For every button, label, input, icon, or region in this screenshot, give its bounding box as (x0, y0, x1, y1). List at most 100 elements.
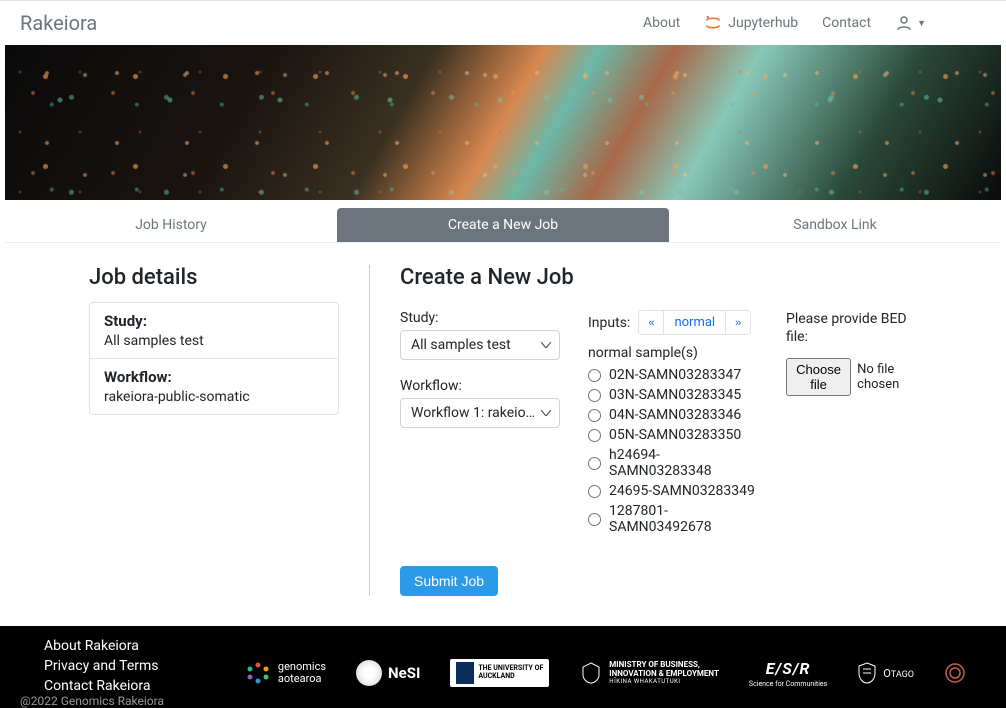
nesi-icon (356, 660, 382, 686)
genomics-aotearoa-icon (244, 659, 272, 687)
footer-links: About Rakeiora Privacy and Terms Contact… (0, 638, 164, 694)
nav-jupyterhub-label: Jupyterhub (728, 15, 798, 31)
sample-option[interactable]: 03N-SAMN03283345 (588, 387, 758, 403)
user-menu[interactable]: ▼ (895, 14, 926, 32)
sample-option[interactable]: 05N-SAMN03283350 (588, 427, 758, 443)
job-details-card: Study: All samples test Workflow: rakeio… (89, 302, 339, 415)
study-select-label: Study: (400, 310, 560, 326)
chevron-double-left-icon: « (648, 317, 654, 329)
nav-jupyterhub[interactable]: Jupyterhub (704, 14, 798, 32)
pager-next[interactable]: » (726, 311, 750, 334)
samples-title: normal sample(s) (588, 345, 758, 361)
logo-genomics-aotearoa[interactable]: genomics aotearoa (244, 659, 326, 687)
study-label: Study: (104, 312, 324, 330)
sample-option[interactable]: 24695-SAMN03283349 (588, 483, 758, 499)
user-icon (895, 14, 913, 32)
sample-label: 03N-SAMN03283345 (609, 387, 741, 403)
sample-radio[interactable] (588, 513, 601, 526)
sample-label: 05N-SAMN03283350 (609, 427, 741, 443)
study-select[interactable]: All samples test (400, 330, 560, 360)
sample-option[interactable]: h24694-SAMN03283348 (588, 447, 758, 479)
brand-title[interactable]: Rakeiora (20, 11, 97, 35)
submit-job-button[interactable]: Submit Job (400, 566, 498, 596)
file-status: No file chosen (857, 362, 917, 392)
auckland-crest-icon (456, 662, 474, 684)
banner-image (5, 45, 1001, 200)
main-title: Create a New Job (400, 265, 917, 290)
workflow-label: Workflow: (104, 368, 324, 386)
study-value: All samples test (104, 333, 324, 349)
sample-radio[interactable] (588, 369, 601, 382)
sample-option[interactable]: 02N-SAMN03283347 (588, 367, 758, 383)
nesi-text: NeSI (388, 664, 420, 682)
navbar: Rakeiora About Jupyterhub Contact ▼ (0, 0, 1006, 45)
sample-radio[interactable] (588, 457, 601, 470)
partner-icon (944, 662, 966, 684)
footer-left: About Rakeiora Privacy and Terms Contact… (0, 638, 164, 708)
workflow-select[interactable]: Workflow 1: rakeiora-public-somatic (400, 398, 560, 428)
form-col-bedfile: Please provide BED file: Choose file No … (786, 310, 917, 596)
inputs-pager: « normal » (638, 310, 751, 335)
chevron-double-right-icon: » (735, 317, 741, 329)
sample-label: 24695-SAMN03283349 (609, 483, 755, 499)
caret-down-icon: ▼ (917, 18, 926, 29)
footer-logos: genomics aotearoa NeSI THE UNIVERSITY OF… (244, 659, 1006, 688)
form-col-inputs: Inputs: « normal » normal sample(s) 02N-… (588, 310, 758, 596)
logo-mbie[interactable]: MINISTRY OF BUSINESS, INNOVATION & EMPLO… (579, 661, 719, 686)
footer-about[interactable]: About Rakeiora (44, 638, 164, 654)
form-columns: Study: All samples test Workflow: Workfl… (400, 310, 917, 596)
sample-option[interactable]: 1287801-SAMN03492678 (588, 503, 758, 535)
content: Job details Study: All samples test Work… (73, 243, 933, 616)
sample-radio[interactable] (588, 429, 601, 442)
mbie-crest-icon (579, 661, 603, 685)
sample-radio[interactable] (588, 409, 601, 422)
inputs-row: Inputs: « normal » (588, 310, 758, 335)
tab-create-job[interactable]: Create a New Job (337, 208, 669, 242)
tabs: Job History Create a New Job Sandbox Lin… (5, 208, 1001, 243)
nav-links: About Jupyterhub Contact ▼ (643, 14, 926, 32)
bed-file-label: Please provide BED file: (786, 310, 917, 346)
footer-copyright: @2022 Genomics Rakeiora (0, 694, 164, 708)
workflow-section: Workflow: rakeiora-public-somatic (90, 358, 338, 414)
samples-list: 02N-SAMN03283347 03N-SAMN03283345 04N-SAMN… (588, 367, 758, 539)
nav-contact[interactable]: Contact (822, 15, 871, 31)
inputs-label: Inputs: (588, 315, 630, 331)
footer-contact[interactable]: Contact Rakeiora (44, 678, 164, 694)
logo-partner[interactable] (944, 662, 966, 684)
otago-crest-icon (857, 661, 877, 685)
form-col-study-workflow: Study: All samples test Workflow: Workfl… (400, 310, 560, 596)
auckland-text: THE UNIVERSITY OF AUCKLAND (478, 665, 543, 680)
sample-radio[interactable] (588, 389, 601, 402)
esr-text: E/S/R (766, 659, 811, 678)
footer-privacy[interactable]: Privacy and Terms (44, 658, 164, 674)
genomics-aotearoa-text: genomics aotearoa (278, 661, 326, 685)
footer: About Rakeiora Privacy and Terms Contact… (0, 626, 1006, 708)
file-input-row: Choose file No file chosen (786, 358, 917, 396)
jupyter-icon (704, 14, 722, 32)
create-job-main: Create a New Job Study: All samples test… (369, 265, 917, 596)
logo-nesi[interactable]: NeSI (356, 660, 420, 686)
otago-text: OTAGO (883, 667, 914, 680)
logo-otago[interactable]: OTAGO (857, 661, 914, 685)
workflow-select-label: Workflow: (400, 378, 560, 394)
mbie-text: MINISTRY OF BUSINESS, INNOVATION & EMPLO… (609, 661, 719, 679)
study-section: Study: All samples test (90, 303, 338, 358)
tab-job-history[interactable]: Job History (5, 208, 337, 242)
sample-label: 1287801-SAMN03492678 (609, 503, 758, 535)
logo-esr[interactable]: E/S/R Science for Communities (749, 659, 827, 688)
tab-sandbox-link[interactable]: Sandbox Link (669, 208, 1001, 242)
logo-auckland[interactable]: THE UNIVERSITY OF AUCKLAND (450, 659, 549, 687)
sample-label: h24694-SAMN03283348 (609, 447, 758, 479)
pager-current[interactable]: normal (663, 311, 726, 334)
sample-option[interactable]: 04N-SAMN03283346 (588, 407, 758, 423)
workflow-group: Workflow: Workflow 1: rakeiora-public-so… (400, 378, 560, 428)
nav-about[interactable]: About (643, 15, 680, 31)
sample-radio[interactable] (588, 485, 601, 498)
workflow-value: rakeiora-public-somatic (104, 389, 324, 405)
pager-prev[interactable]: « (639, 311, 663, 334)
sample-label: 02N-SAMN03283347 (609, 367, 741, 383)
sample-label: 04N-SAMN03283346 (609, 407, 741, 423)
choose-file-button[interactable]: Choose file (786, 358, 851, 396)
study-group: Study: All samples test (400, 310, 560, 360)
esr-sub: Science for Communities (749, 680, 827, 688)
